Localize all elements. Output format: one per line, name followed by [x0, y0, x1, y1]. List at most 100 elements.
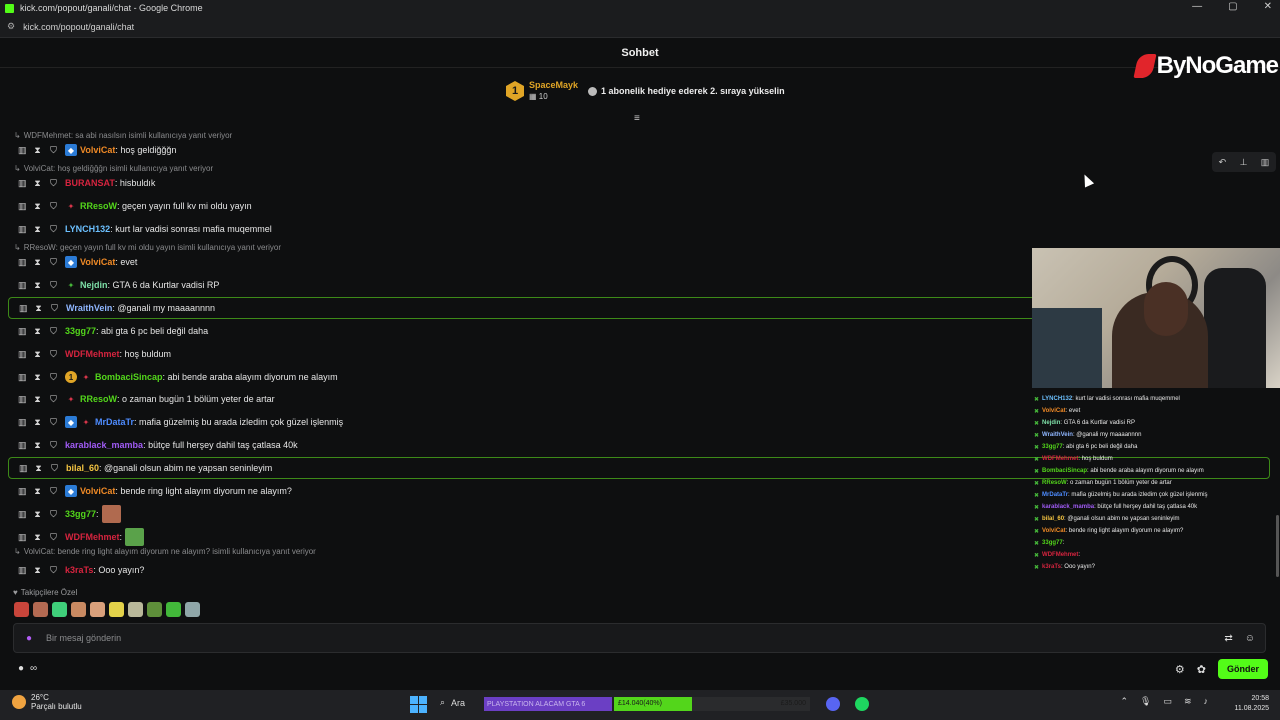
taskbar-search[interactable]: ⌕ Ara	[440, 697, 465, 708]
delete-message-icon[interactable]: ▥	[18, 178, 27, 189]
emote-button[interactable]	[147, 602, 162, 617]
timeout-icon[interactable]: ⧗	[34, 394, 41, 405]
timeout-icon[interactable]: ⧗	[34, 440, 41, 451]
ban-icon[interactable]: ⛉	[50, 349, 57, 360]
timeout-icon[interactable]: ⧗	[34, 532, 41, 543]
emoji-icon[interactable]: ☺	[1245, 633, 1255, 644]
ban-icon[interactable]: ⛉	[50, 145, 57, 156]
chat-message[interactable]: ▥ ⧗ ⛉ BURANSAT: hisbuldık	[8, 173, 155, 193]
delete-message-icon[interactable]: ▥	[18, 224, 27, 235]
chat-message[interactable]: ▥ ⧗ ⛉ WDFMehmet:	[8, 527, 145, 547]
chat-username[interactable]: 33gg77	[65, 326, 96, 336]
emote-button[interactable]	[109, 602, 124, 617]
chat-username[interactable]: VolviCat	[80, 486, 115, 496]
ban-icon[interactable]: ⛉	[50, 372, 57, 383]
delete-message-icon[interactable]: ▥	[19, 463, 28, 474]
chat-username[interactable]: 33gg77	[65, 509, 96, 519]
microphone-icon[interactable]: 🎙	[1140, 696, 1151, 707]
delete-icon[interactable]: ▥	[1261, 157, 1270, 168]
chat-message[interactable]: ▥ ⧗ ⛉ k3raTs: Ooo yayın?	[8, 560, 144, 580]
timeout-icon[interactable]: ⧗	[34, 178, 41, 189]
ban-icon[interactable]: ⛉	[50, 280, 57, 291]
ban-icon[interactable]: ⛉	[50, 565, 57, 576]
reply-context[interactable]: ↳ RResoW: geçen yayın full kv mi oldu yay…	[14, 243, 281, 252]
site-info-icon[interactable]: ⚙	[7, 21, 15, 32]
chat-message[interactable]: ▥ ⧗ ⛉ ✦ RResoW: geçen yayın full kv mi oldu …	[8, 196, 252, 216]
ban-icon[interactable]: ⛉	[50, 440, 57, 451]
chat-message[interactable]: ▥ ⧗ ⛉ ◆ VolviCat: hoş geldiğğğn	[8, 140, 176, 160]
ban-icon[interactable]: ⛉	[50, 201, 57, 212]
timeout-icon[interactable]: ⧗	[34, 372, 41, 383]
chat-message[interactable]: ▥ ⧗ ⛉ karablack_mamba: bütçe full herşey da…	[8, 435, 298, 455]
minimize-button[interactable]: —	[1192, 1, 1202, 12]
reply-context[interactable]: ↳ VolviCat: hoş geldiğğğn isimli kullanıc…	[14, 164, 213, 173]
chat-message[interactable]: ▥ ⧗ ⛉ ✦ Nejdin: GTA 6 da Kurtlar vadisi RP	[8, 275, 219, 295]
chat-message[interactable]: ▥ ⧗ ⛉ LYNCH132: kurt lar vadisi sonrası maf…	[8, 219, 272, 239]
delete-message-icon[interactable]: ▥	[18, 201, 27, 212]
mic-icon[interactable]: ●	[26, 633, 32, 644]
wifi-icon[interactable]: ≋	[1184, 696, 1192, 707]
ban-icon[interactable]: ⛉	[50, 417, 57, 428]
translate-icon[interactable]: ⇄	[1224, 633, 1232, 644]
ban-icon[interactable]: ⛉	[50, 394, 57, 405]
gift-top-user[interactable]: SpaceMayk ▦ 10	[529, 80, 578, 102]
delete-message-icon[interactable]: ▥	[18, 440, 27, 451]
volume-icon[interactable]: ♪	[1204, 696, 1209, 707]
ban-icon[interactable]: ⛉	[50, 224, 57, 235]
emote-button[interactable]	[90, 602, 105, 617]
close-button[interactable]: ✕	[1264, 1, 1272, 12]
delete-message-icon[interactable]: ▥	[18, 349, 27, 360]
chat-message[interactable]: ▥ ⧗ ⛉ 33gg77: abi gta 6 pc beli değil daha	[8, 321, 208, 341]
windows-start-icon[interactable]	[410, 696, 427, 713]
timeout-icon[interactable]: ⧗	[34, 565, 41, 576]
ban-icon[interactable]: ⛉	[51, 463, 58, 474]
delete-message-icon[interactable]: ▥	[18, 326, 27, 337]
timeout-icon[interactable]: ⧗	[34, 417, 41, 428]
address-bar[interactable]: ⚙ kick.com/popout/ganali/chat	[0, 16, 1280, 38]
chat-username[interactable]: bilal_60	[66, 463, 99, 473]
emote-button[interactable]	[33, 602, 48, 617]
infinity-icon[interactable]: ∞	[30, 663, 37, 674]
ban-icon[interactable]: ⛉	[50, 509, 57, 520]
pin-icon[interactable]: ⊥	[1240, 157, 1248, 168]
send-button[interactable]: Gönder	[1217, 659, 1268, 679]
ban-icon[interactable]: ⛉	[50, 486, 57, 497]
chat-message[interactable]: ▥ ⧗ ⛉ ◆ VolviCat: bende ring light alayım di…	[8, 481, 292, 501]
chat-username[interactable]: Nejdin	[80, 280, 108, 290]
reply-icon[interactable]: ↶	[1219, 157, 1227, 168]
settings-icon[interactable]: ⚙	[1175, 663, 1185, 676]
delete-message-icon[interactable]: ▥	[18, 394, 27, 405]
chat-message[interactable]: ▥ ⧗ ⛉ ◆ VolviCat: evet	[8, 252, 137, 272]
timeout-icon[interactable]: ⧗	[34, 224, 41, 235]
delete-message-icon[interactable]: ▥	[18, 532, 27, 543]
ban-icon[interactable]: ⛉	[51, 303, 58, 314]
chat-username[interactable]: RResoW	[80, 201, 117, 211]
discord-icon[interactable]	[826, 697, 840, 711]
chat-username[interactable]: WDFMehmet	[65, 349, 120, 359]
timeout-icon[interactable]: ⧗	[34, 349, 41, 360]
emote-button[interactable]	[14, 602, 29, 617]
collapse-banner-icon[interactable]: ≡	[634, 113, 646, 124]
emote-button[interactable]	[166, 602, 181, 617]
gift-leaderboard-banner[interactable]: 1 SpaceMayk ▦ 10 1 abonelik hediye edere…	[506, 80, 785, 102]
emote-button[interactable]	[52, 602, 67, 617]
delete-message-icon[interactable]: ▥	[18, 372, 27, 383]
timeout-icon[interactable]: ⧗	[34, 326, 41, 337]
display-icon[interactable]: ▭	[1163, 696, 1172, 707]
reply-context[interactable]: ↳ WDFMehmet: sa abi nasılsın isimli kulla…	[14, 131, 232, 140]
chat-username[interactable]: k3raTs	[65, 565, 93, 575]
chat-username[interactable]: WraithVein	[66, 303, 112, 313]
message-input[interactable]: ● Bir mesaj gönderin ⇄ ☺	[13, 623, 1266, 653]
timeout-icon[interactable]: ⧗	[34, 201, 41, 212]
chat-emote[interactable]	[125, 528, 145, 546]
emote-button[interactable]	[128, 602, 143, 617]
ban-icon[interactable]: ⛉	[50, 532, 57, 543]
delete-message-icon[interactable]: ▥	[19, 303, 28, 314]
user-badge-icon[interactable]: ●	[18, 663, 24, 674]
delete-message-icon[interactable]: ▥	[18, 486, 27, 497]
chat-username[interactable]: karablack_mamba	[65, 440, 143, 450]
url-text[interactable]: kick.com/popout/ganali/chat	[23, 22, 134, 32]
bot-icon[interactable]: ✿	[1197, 663, 1206, 676]
delete-message-icon[interactable]: ▥	[18, 417, 27, 428]
reply-context[interactable]: ↳ VolviCat: bende ring light alayım diyor…	[14, 547, 316, 556]
